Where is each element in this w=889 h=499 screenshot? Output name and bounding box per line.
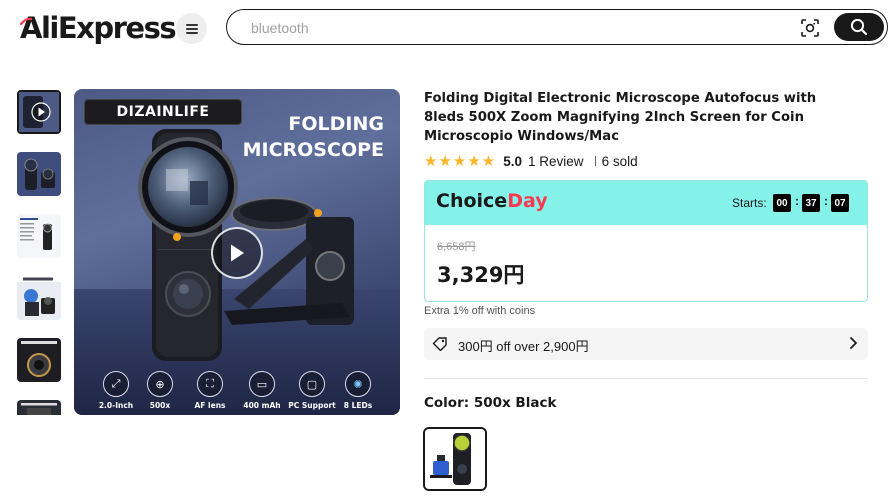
led-icon: ✺: [345, 371, 371, 397]
tag-icon: [432, 337, 448, 356]
rating-row: ★★★★★ 5.0 1 Review 6 sold: [424, 152, 638, 170]
color-label: Color: 500x Black: [424, 395, 557, 411]
extra-coins-text: Extra 1% off with coins: [424, 305, 536, 317]
feature-zoom: ⊕ 500x: [135, 371, 185, 410]
feature-label: AF lens: [194, 401, 226, 410]
play-icon: [231, 244, 244, 262]
timer-minutes: 37: [802, 194, 820, 212]
screen-icon: ⤢: [103, 371, 129, 397]
headline: FOLDING MICROSCOPE: [74, 111, 384, 163]
feature-label: 8 LEDs: [343, 401, 373, 410]
review-link[interactable]: 1 Review: [528, 154, 584, 169]
menu-icon: [185, 23, 198, 34]
menu-button[interactable]: [176, 13, 207, 44]
thumbnail-video[interactable]: [17, 90, 61, 134]
thumbnail-detail-view[interactable]: [17, 400, 61, 415]
feature-screen: ⤢ 2.0-Inch: [91, 371, 141, 410]
product-title: Folding Digital Electronic Microscope Au…: [424, 91, 817, 144]
color-option-image: [425, 429, 485, 489]
monitor-icon: ▢: [299, 371, 325, 397]
feature-label: PC Support: [288, 401, 336, 410]
sold-count: 6 sold: [601, 153, 638, 169]
star-rating-icon: ★★★★★: [424, 153, 497, 170]
divider: [424, 378, 868, 379]
search-button[interactable]: [834, 13, 884, 41]
rating-score: 5.0: [503, 153, 523, 169]
thumbnail-usage-scene[interactable]: [17, 276, 61, 320]
feature-label: 400 mAh: [243, 401, 281, 410]
choice-day-banner: ChoiceDay Starts: 00 : 37 : 07: [425, 181, 867, 225]
headline-line1: FOLDING: [288, 113, 384, 135]
logo-text: AliExpress: [20, 11, 177, 45]
original-price: 6,658円: [437, 241, 476, 253]
logo-sparkle-icon: [19, 14, 33, 32]
starts-label: Starts:: [732, 196, 767, 210]
thumbnail-lens-closeup[interactable]: [17, 338, 61, 382]
search-bar: [226, 9, 888, 45]
main-product-image[interactable]: DIZAINLIFE FOLDING MICROSCOPE ⤢ 2.0-Inch…: [74, 89, 400, 415]
headline-line2: MICROSCOPE: [242, 139, 384, 161]
feature-af-lens: ⛶ AF lens: [185, 371, 235, 410]
sale-price: 3,329円: [437, 263, 525, 287]
color-option-500x-black[interactable]: [423, 427, 487, 491]
zoom-icon: ⊕: [147, 371, 173, 397]
feature-battery: ▭ 400 mAh: [237, 371, 287, 410]
play-video-button[interactable]: [211, 227, 263, 279]
thumbnail-package-contents[interactable]: [17, 214, 61, 258]
separator: [594, 156, 596, 166]
thumbnail-front-view[interactable]: [17, 152, 61, 196]
coupon-text: 300円 off over 2,900円: [458, 339, 589, 354]
feature-label: 500x: [149, 401, 171, 410]
coupon-row[interactable]: 300円 off over 2,900円: [424, 328, 868, 360]
feature-leds: ✺ 8 LEDs: [333, 371, 383, 410]
timer-seconds: 07: [831, 194, 849, 212]
battery-icon: ▭: [249, 371, 275, 397]
choice-day-logo: ChoiceDay: [436, 190, 548, 212]
aliexpress-logo[interactable]: AliExpress: [20, 10, 177, 46]
choice-day-price-box: ChoiceDay Starts: 00 : 37 : 07 6,658円 3,…: [424, 180, 868, 302]
search-icon: [850, 18, 868, 36]
timer-colon: :: [824, 194, 828, 208]
feature-label: 2.0-Inch: [98, 401, 134, 410]
chevron-right-icon: [848, 336, 858, 355]
feature-pc: ▢ PC Support: [287, 371, 337, 410]
search-input[interactable]: [251, 18, 771, 38]
focus-icon: ⛶: [197, 371, 223, 397]
timer-colon: :: [795, 194, 799, 208]
camera-search-icon[interactable]: [800, 18, 820, 38]
timer-hours: 00: [773, 194, 791, 212]
